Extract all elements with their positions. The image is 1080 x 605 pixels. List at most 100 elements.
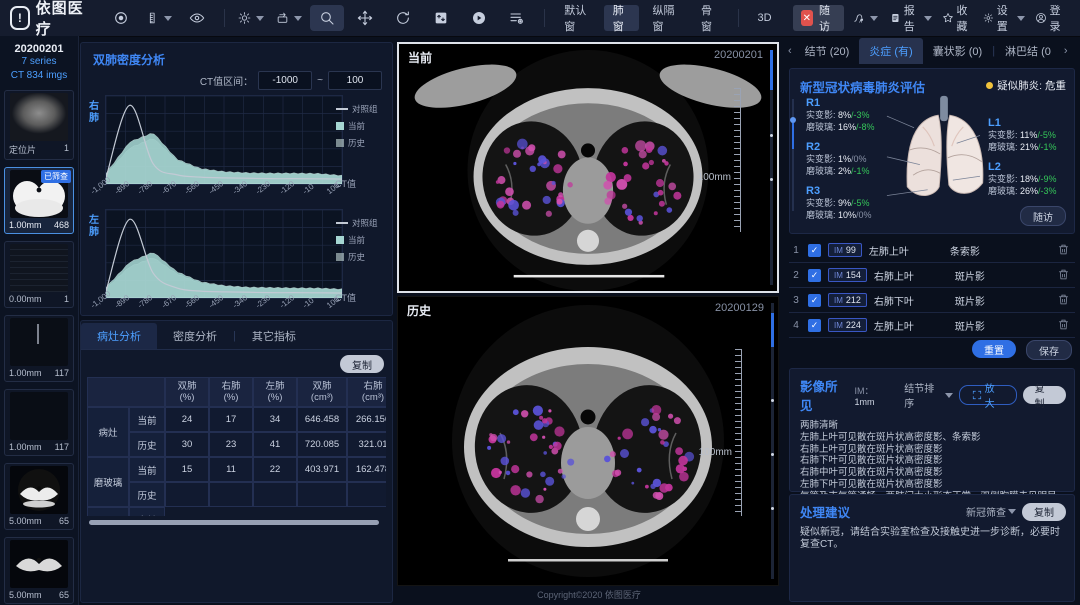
app-logo: ! 依图医疗 [10,0,86,39]
current-image-viewport[interactable]: 当前 20200201 100mm [397,42,779,293]
lesion-checkbox[interactable]: ✓ [808,269,821,282]
scrollbar-thumb[interactable] [771,313,774,347]
tab-lymph[interactable]: 淋巴结 (0 [995,38,1061,64]
table-cell: 17 [209,407,253,432]
login-button[interactable]: 登录 [1031,5,1071,31]
ct-max-input[interactable]: 100 [328,71,382,90]
image-scrollbar[interactable] [771,303,774,579]
report-button[interactable]: 报告 [886,5,936,31]
delete-lesion-button[interactable] [1057,243,1071,257]
image-number-badge[interactable]: IM99 [828,243,862,257]
right-lung-histogram[interactable] [105,95,343,185]
flip-rotate-tool-button[interactable] [272,5,306,31]
findings-tab-bar: ‹ 结节 (20) 炎症 (有) 囊状影 (0) | 淋巴结 (0 › [785,38,1080,64]
tabs-scroll-left-icon[interactable]: ‹ [785,45,795,57]
series-thumbnail-dose[interactable]: 0.00mm1 [4,241,74,308]
ct-min-input[interactable]: -1000 [258,71,312,90]
image-scrollbar[interactable] [770,50,773,285]
series-thumbnail-5[interactable]: 5.00mm65 [4,463,74,530]
delete-lesion-button[interactable] [1057,318,1071,332]
favorite-button[interactable]: 收藏 [938,5,978,31]
enlarge-button[interactable]: 放大 [959,385,1017,405]
lesion-row[interactable]: 4 ✓ IM224 左肺上叶 斑片影 [789,313,1075,338]
ct-axial-image-history[interactable] [398,297,778,585]
scroll-marker-dot [771,507,774,510]
pan-tool-button[interactable] [348,5,382,31]
findings-copy-button[interactable]: 复制 [1023,386,1066,404]
lesion-row[interactable]: 1 ✓ IM99 左肺上叶 条索影 [789,238,1075,263]
lesion-row[interactable]: 3 ✓ IM212 右肺下叶 斑片影 [789,288,1075,313]
legend-history-label: 历史 [348,137,365,149]
series-thumbnail-selected[interactable]: 已筛查 1.00mm468 [4,167,74,234]
window-preset-default[interactable]: 默认窗 [555,5,600,31]
tab-lesion-analysis[interactable]: 病灶分析 [81,323,157,349]
series-image-count: 1 [64,294,69,304]
tabs-scroll-right-icon[interactable]: › [1061,45,1071,57]
scrollbar-thumb[interactable] [770,50,773,90]
table-corner-cell [87,377,165,407]
scale-ruler [735,349,742,516]
image-number-badge[interactable]: IM154 [828,268,867,282]
table-cell: 646.458 [297,407,347,432]
trash-icon [1057,318,1070,331]
tab-cystic[interactable]: 囊状影 (0) [923,38,993,64]
lesion-table-wrap: 双肺(%) 右肺(%) 左肺(%) 双肺(cm³) 右肺(cm³) 左肺(cm³… [87,377,386,516]
followup-toggle-button[interactable]: ✕ 随访 [793,5,844,31]
table-copy-button[interactable]: 复制 [340,355,384,373]
reset-button[interactable]: 重置 [972,340,1016,358]
history-image-viewport[interactable]: 历史 20200129 100mm [397,296,779,586]
delete-lesion-button[interactable] [1057,293,1071,307]
nodule-sort-dropdown[interactable]: 结节排序 [904,380,952,410]
left-lung-histogram[interactable] [105,209,343,299]
measure-tool-button[interactable] [142,5,176,31]
advice-preset-dropdown[interactable]: 新冠筛查 [966,504,1016,519]
top-toolbar: ! 依图医疗 [0,0,1080,37]
locate-tool-button[interactable] [104,5,138,31]
image-number-badge[interactable]: IM224 [828,318,867,332]
visibility-tool-button[interactable] [180,5,214,31]
series-thumbnail-6[interactable]: 5.00mm65 [4,537,74,604]
series-thumbnail-scout[interactable]: 定位片1 [4,90,74,160]
tab-nodule[interactable]: 结节 (20) [795,38,860,64]
image-number-badge[interactable]: IM212 [828,293,867,307]
settings-button[interactable]: 设置 [979,5,1029,31]
save-button[interactable]: 保存 [1026,340,1072,360]
3d-button[interactable]: 3D [749,5,781,31]
table-horizontal-scrollbar[interactable] [89,520,379,525]
star-icon [942,10,954,26]
lesion-row[interactable]: 2 ✓ IM154 右肺上叶 斑片影 [789,263,1075,288]
lesion-index: 1 [791,245,801,256]
window-preset-lung[interactable]: 肺窗 [604,5,640,31]
window-preset-mediastinal[interactable]: 纵隔窗 [643,5,688,31]
series-label: 1.00mm [9,368,42,378]
delete-lesion-button[interactable] [1057,268,1071,282]
legend-control-label: 对照组 [352,217,378,229]
gear-icon [983,10,994,26]
lesion-location: 左肺上叶 [874,318,948,333]
window-preset-bone[interactable]: 骨窗 [692,5,728,31]
tab-density-analysis[interactable]: 密度分析 [157,323,233,349]
lesion-checkbox[interactable]: ✓ [808,319,821,332]
advice-copy-button[interactable]: 复制 [1022,503,1066,521]
histogram-legend: 对照组 当前 历史 [336,103,386,154]
viewer-column: 当前 20200201 100mm [397,38,781,605]
zoom-tool-button[interactable] [310,5,344,31]
refresh-button[interactable] [386,5,420,31]
histogram-legend: 对照组 当前 历史 [336,217,386,268]
lesion-checkbox[interactable]: ✓ [808,244,821,257]
tab-inflammation[interactable]: 炎症 (有) [859,38,922,64]
table-cell [297,482,347,507]
lesion-checkbox[interactable]: ✓ [808,294,821,307]
finding-line: 左肺下叶可见散在斑片状高密度影 [800,479,1064,491]
ct-axial-image-current[interactable] [399,44,777,291]
series-thumbnail-3[interactable]: 1.00mm117 [4,315,74,382]
series-thumbnail-4[interactable]: 1.00mm117 [4,389,74,456]
overlay-list-button[interactable] [500,5,534,31]
cine-play-button[interactable] [462,5,496,31]
history-study-date: 20200129 [715,302,764,314]
brightness-tool-button[interactable] [234,5,268,31]
tab-other-metrics[interactable]: 其它指标 [236,323,312,349]
series-swap-button[interactable] [424,5,458,31]
curve-tool-button[interactable] [848,5,882,31]
col-header: 双肺(cm³) [297,377,347,407]
